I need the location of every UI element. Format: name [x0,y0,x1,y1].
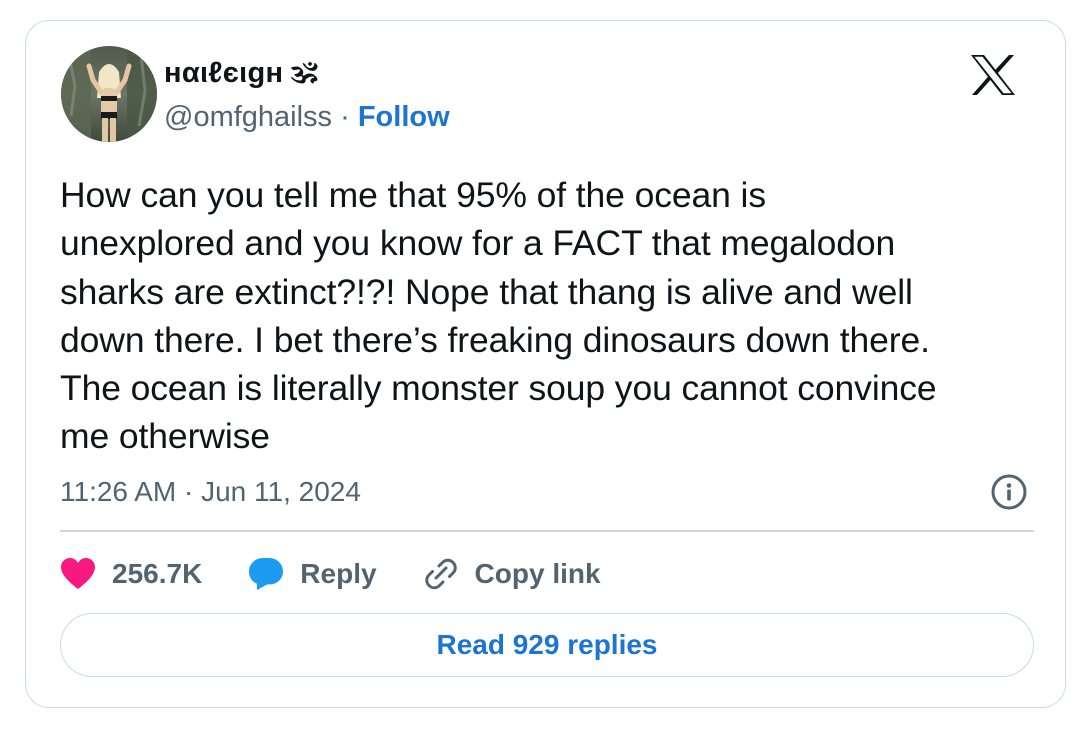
tweet-text: How can you tell me that 95% of the ocea… [60,175,937,457]
handle-separator: · [332,101,358,133]
info-icon[interactable] [990,473,1028,511]
reply-label: Reply [300,558,377,589]
divider [60,530,1034,532]
follow-button[interactable]: Follow [358,101,450,133]
reply-button[interactable]: Reply [248,557,377,591]
tweet-timestamp[interactable]: 11:26 AM · Jun 11, 2024 [60,473,361,511]
author-handle[interactable]: @omfghailss [164,101,332,133]
read-replies-button[interactable]: Read 929 replies [60,613,1034,677]
link-icon [424,558,457,590]
x-logo-icon[interactable] [970,55,1016,95]
copy-link-label: Copy link [474,558,601,589]
copy-link-button[interactable]: Copy link [423,557,601,591]
author-handle-row: @omfghailss · Follow [164,97,450,137]
tweet-card: нαιℓєιgн 🕉 @omfghailss · Follow How can … [25,20,1066,708]
avatar-image [61,46,157,142]
like-button[interactable]: 256.7K [60,557,202,591]
speech-bubble-icon [249,558,284,590]
author-display-name[interactable]: нαιℓєιgн 🕉 [164,53,318,93]
like-count: 256.7K [112,558,203,589]
action-bar: 256.7K Reply Copy link [60,552,647,596]
heart-icon [61,558,95,589]
avatar[interactable] [61,46,157,142]
